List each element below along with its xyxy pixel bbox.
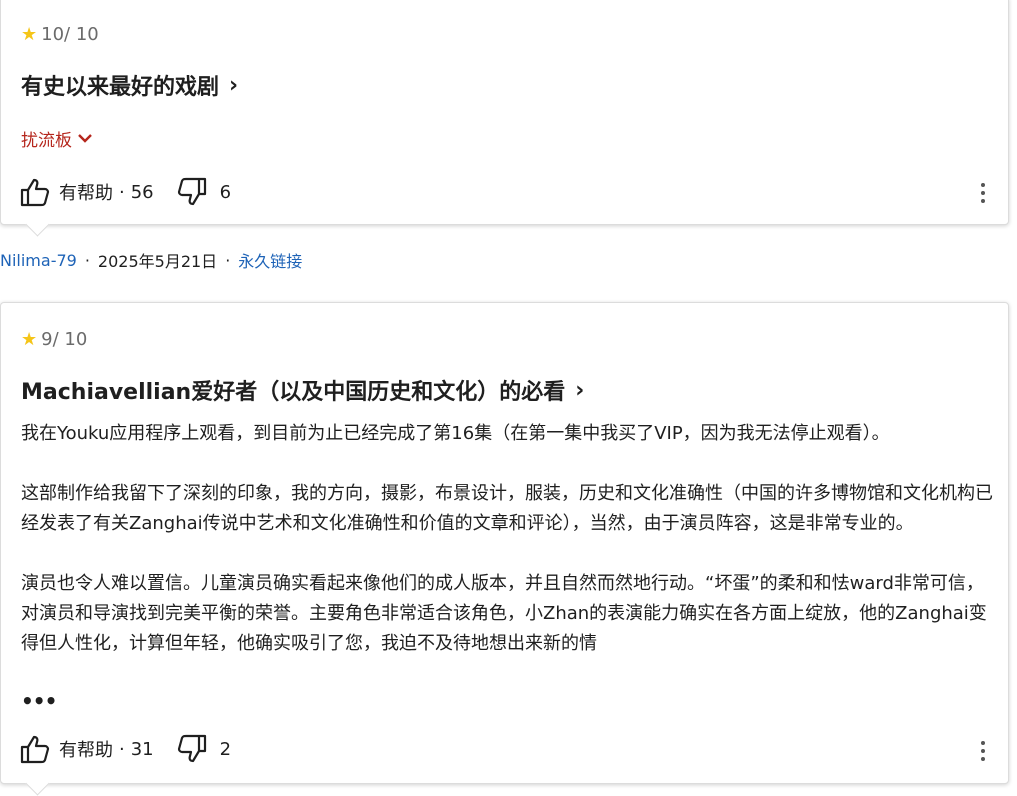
spoiler-toggle[interactable]: 扰流板 [21,126,92,151]
thumb-up-icon[interactable] [19,734,51,764]
rating-value: 10/ 10 [41,24,99,45]
review-title: 有史以来最好的戏剧 [21,75,220,100]
thumb-down-icon[interactable] [176,734,208,764]
card-pointer [25,771,50,796]
vote-bar: 有帮助 · 56 6 [19,177,231,207]
unhelpful-count: 2 [219,738,232,760]
review-date: 2025年5月21日 [97,252,218,271]
body-fade [1,681,1001,705]
more-vert-icon[interactable] [980,183,986,203]
permalink[interactable]: 永久链接 [238,248,302,272]
more-horiz-icon[interactable]: ••• [21,689,57,713]
review-rating: ★ 10/ 10 [21,24,99,45]
chevron-down-icon [78,131,92,147]
helpful-count: 31 [130,738,154,760]
author-link[interactable]: Nilima-79 [0,251,77,270]
unhelpful-count: 6 [219,181,232,203]
chevron-right-icon: › [575,377,585,403]
review-title-link[interactable]: Machiavellian爱好者（以及中国历史和文化）的必看 › [21,374,584,406]
separator-dot: · [119,738,125,760]
helpful-count: 56 [130,181,154,203]
review-body: 我在Youku应用程序上观看，到目前为止已经完成了第16集（在第一集中我买了VI… [21,423,993,654]
more-vert-icon[interactable] [980,741,986,761]
thumb-down-icon[interactable] [176,177,208,207]
review-card-2: ★ 9/ 10 Machiavellian爱好者（以及中国历史和文化）的必看 ›… [0,302,1009,796]
review-meta: Nilima-79 · 2025年5月21日 · 永久链接 [0,248,302,272]
helpful-label[interactable]: 有帮助 [59,736,113,762]
separator-dot: · [225,250,231,270]
spoiler-label: 扰流板 [21,131,72,151]
review-card-1: ★ 10/ 10 有史以来最好的戏剧 › 扰流板 有帮助 · 56 6 [0,0,1009,237]
chevron-right-icon: › [229,72,239,98]
rating-value: 9/ 10 [41,329,88,350]
thumb-up-icon[interactable] [19,177,51,207]
separator-dot: · [119,181,125,203]
review-body-clip: 我在Youku应用程序上观看，到目前为止已经完成了第16集（在第一集中我买了VI… [1,419,1008,705]
review-title-link[interactable]: 有史以来最好的戏剧 › [21,69,238,101]
vote-bar: 有帮助 · 31 2 [19,734,231,764]
helpful-label[interactable]: 有帮助 [59,179,113,205]
star-icon: ★ [21,329,38,350]
star-icon: ★ [21,24,38,45]
separator-dot: · [84,250,90,270]
card-pointer [25,212,50,237]
review-title: Machiavellian爱好者（以及中国历史和文化）的必看 [21,380,566,405]
review-rating: ★ 9/ 10 [21,329,87,350]
